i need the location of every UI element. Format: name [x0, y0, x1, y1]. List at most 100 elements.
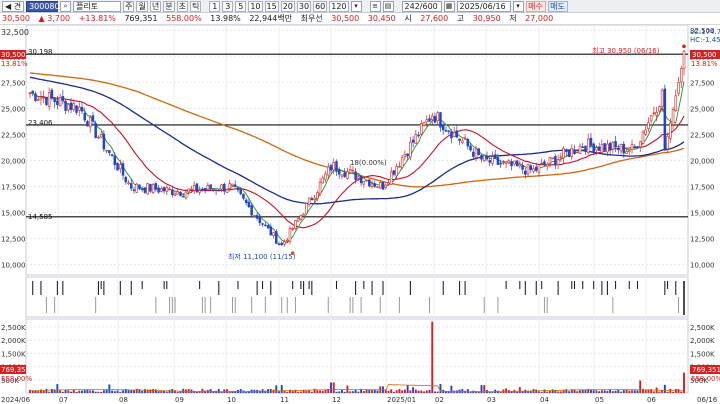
candle-body: [529, 165, 533, 170]
volume-tick-label-right: 2,000K: [690, 337, 715, 345]
candle-body: [231, 183, 234, 186]
current-price-tag: 30,500: [692, 51, 717, 59]
volume-bar: [666, 391, 669, 393]
volume-bar: [392, 391, 395, 393]
date-picker-icon[interactable]: ▾: [512, 0, 524, 12]
candle-body: [75, 105, 78, 113]
volume-bar: [209, 389, 212, 393]
minute-button-120[interactable]: 120: [329, 0, 349, 12]
volume-bar: [390, 389, 393, 393]
candle-body: [652, 112, 656, 114]
candle-body: [192, 185, 196, 191]
hline-label-2: 23,406: [28, 119, 53, 127]
candle-body: [480, 154, 483, 160]
bar-count-field[interactable]: 242/600: [401, 0, 442, 12]
dropdown-chevron-icon[interactable]: ▾: [350, 0, 362, 12]
stock-code-input[interactable]: 300080: [26, 0, 60, 12]
candle-body: [461, 140, 464, 144]
candle-body: [414, 134, 418, 145]
volume-bar: [505, 388, 508, 393]
candle-body: [154, 183, 158, 190]
x-axis-label: 04: [540, 396, 549, 404]
minute-button-1[interactable]: 1: [209, 0, 221, 12]
high-label: 고: [456, 14, 465, 23]
prev-stock-tag[interactable]: ◀ 견: [2, 0, 25, 12]
period-button-month[interactable]: 월: [136, 0, 148, 12]
candle-body: [496, 157, 500, 165]
volume-bar: [89, 390, 92, 393]
x-axis-label: 07: [59, 396, 68, 404]
volume-bar: [625, 389, 628, 393]
volume-bar: [56, 384, 59, 393]
volume-bar: [639, 380, 642, 393]
minute-button-15[interactable]: 15: [264, 0, 279, 12]
candle-body: [266, 225, 270, 229]
minute-button-10[interactable]: 10: [248, 0, 263, 12]
candle-body: [411, 139, 415, 143]
candle-body: [400, 157, 404, 168]
x-axis-label: 08: [119, 396, 128, 404]
volume-bar: [518, 387, 521, 393]
minute-button-60[interactable]: 60: [313, 0, 328, 12]
volume-bar: [409, 390, 412, 393]
volume-bar: [579, 390, 581, 393]
candle-body: [39, 96, 43, 100]
candle-body: [236, 187, 240, 191]
settings-icon[interactable]: ≡: [369, 0, 381, 12]
price-tick-label-right: 20,000: [690, 157, 715, 165]
price-chart[interactable]: 32,50030,00030,00027,50027,50025,00025,0…: [0, 24, 720, 404]
volume-tick-label-right: 2,500K: [690, 324, 715, 332]
mid-annotation: 18(0.00%): [350, 159, 387, 167]
candle-body: [310, 198, 314, 201]
volume-bar: [644, 390, 647, 393]
calendar-icon[interactable]: ▦: [443, 0, 455, 12]
candle-body: [36, 99, 40, 101]
candle-body: [422, 122, 426, 126]
period-button-second[interactable]: 초: [176, 0, 188, 12]
minute-button-5[interactable]: 5: [235, 0, 247, 12]
candle-body: [368, 179, 371, 187]
candle-body: [121, 163, 125, 176]
candle-body: [482, 155, 486, 162]
candle-body: [179, 191, 182, 197]
candle-body: [206, 184, 210, 190]
candle-body: [362, 181, 366, 185]
candle-body: [280, 242, 284, 246]
chart-area[interactable]: 32,50030,00030,00027,50027,50025,00025,0…: [0, 24, 720, 404]
price-tick-label-left: 22,500: [1, 131, 26, 139]
volume-bar: [330, 382, 332, 393]
minute-button-30[interactable]: 30: [296, 0, 312, 12]
period-button-year[interactable]: 년: [149, 0, 162, 12]
volume-bar: [412, 387, 415, 393]
price-tick-label-right: 10,000: [690, 262, 715, 270]
period-button-week[interactable]: 주: [123, 0, 135, 12]
volume-bar: [376, 390, 379, 393]
x-axis-label: 06: [647, 396, 656, 404]
date-field[interactable]: 2025/06/16: [456, 0, 511, 12]
volume-bar: [631, 390, 633, 393]
sell-button[interactable]: 매도: [547, 0, 568, 12]
volume-bar: [308, 390, 311, 393]
minute-button-3[interactable]: 3: [222, 0, 234, 12]
volume-bar: [48, 391, 51, 393]
volume-bar: [37, 391, 40, 393]
candle-body: [157, 187, 160, 193]
period-button-minute[interactable]: 분: [163, 0, 175, 12]
buy-button[interactable]: 매수: [525, 0, 546, 12]
minute-button-20[interactable]: 20: [280, 0, 295, 12]
volume-bar: [611, 391, 614, 393]
volume-bar: [614, 390, 617, 393]
candle-body: [641, 131, 645, 144]
candle-body: [127, 182, 130, 184]
period-button-tick[interactable]: 틱: [189, 0, 202, 12]
hline-label-1: 30,198: [28, 48, 53, 56]
candle-body: [630, 144, 634, 150]
volume-bar: [371, 390, 374, 393]
list-icon[interactable]: ▤: [382, 0, 394, 12]
candle-body: [302, 213, 305, 216]
candle-body: [209, 184, 212, 190]
search-icon[interactable]: ⌕: [60, 0, 72, 12]
volume-bar: [434, 391, 436, 393]
volume-bar: [130, 390, 133, 393]
volume-bar: [414, 389, 417, 393]
